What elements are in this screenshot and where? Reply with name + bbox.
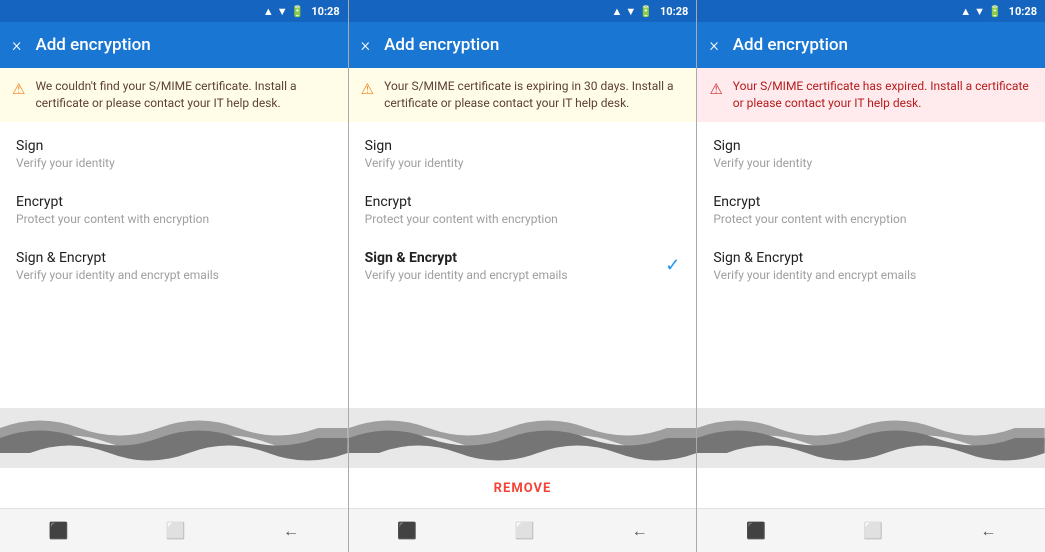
status-bar-icons: ▲ ▼ 🔋 10:28 <box>263 5 340 18</box>
recent-apps-icon[interactable]: ⬛ <box>730 513 782 548</box>
battery-icon: 🔋 <box>988 5 1002 18</box>
option-item-0[interactable]: Sign Verify your identity <box>697 126 1045 182</box>
alert-icon: ⚠ <box>709 79 722 100</box>
close-button[interactable]: × <box>12 35 21 56</box>
option-item-0[interactable]: Sign Verify your identity <box>0 126 348 182</box>
alert-icon: ⚠ <box>361 79 374 100</box>
option-text-1: Encrypt Protect your content with encryp… <box>365 194 681 226</box>
close-button[interactable]: × <box>709 35 718 56</box>
remove-button[interactable]: REMOVE <box>494 481 552 496</box>
option-title-1: Encrypt <box>16 194 332 210</box>
bottom-nav: ⬛ ⬜ ← <box>349 508 697 552</box>
option-title-0: Sign <box>713 138 1029 154</box>
option-item-1[interactable]: Encrypt Protect your content with encryp… <box>349 182 697 238</box>
option-subtitle-2: Verify your identity and encrypt emails <box>365 268 658 282</box>
wave-separator <box>0 408 348 468</box>
option-text-1: Encrypt Protect your content with encryp… <box>713 194 1029 226</box>
alert-text: Your S/MIME certificate is expiring in 3… <box>384 78 684 112</box>
header: × Add encryption <box>0 22 348 68</box>
option-item-2[interactable]: Sign & Encrypt Verify your identity and … <box>349 238 697 294</box>
option-title-0: Sign <box>365 138 681 154</box>
check-icon: ✓ <box>665 255 680 276</box>
wave-separator <box>697 408 1045 468</box>
alert-icon: ⚠ <box>12 79 25 100</box>
option-title-2: Sign & Encrypt <box>16 250 332 266</box>
status-bar-icons: ▲ ▼ 🔋 10:28 <box>960 5 1037 18</box>
remove-placeholder <box>0 468 348 508</box>
back-icon[interactable]: ← <box>616 513 664 549</box>
alert-banner: ⚠ Your S/MIME certificate is expiring in… <box>349 68 697 122</box>
phone-panel-3: ▲ ▼ 🔋 10:28 × Add encryption ⚠ Your S/MI… <box>697 0 1045 552</box>
alert-banner: ⚠ Your S/MIME certificate has expired. I… <box>697 68 1045 122</box>
option-title-0: Sign <box>16 138 332 154</box>
option-text-2: Sign & Encrypt Verify your identity and … <box>16 250 332 282</box>
status-bar: ▲ ▼ 🔋 10:28 <box>349 0 697 22</box>
status-bar: ▲ ▼ 🔋 10:28 <box>0 0 348 22</box>
wifi-icon: ▼ <box>974 5 985 18</box>
option-text-0: Sign Verify your identity <box>16 138 332 170</box>
status-bar-icons: ▲ ▼ 🔋 10:28 <box>612 5 689 18</box>
remove-section: REMOVE <box>349 468 697 508</box>
wifi-icon: ▼ <box>625 5 636 18</box>
option-subtitle-2: Verify your identity and encrypt emails <box>713 268 1029 282</box>
time-display: 10:28 <box>1009 5 1037 18</box>
option-subtitle-2: Verify your identity and encrypt emails <box>16 268 332 282</box>
options-list: Sign Verify your identity Encrypt Protec… <box>0 122 348 408</box>
option-subtitle-0: Verify your identity <box>365 156 681 170</box>
signal-icon: ▲ <box>263 5 274 18</box>
option-item-0[interactable]: Sign Verify your identity <box>349 126 697 182</box>
option-item-1[interactable]: Encrypt Protect your content with encryp… <box>0 182 348 238</box>
time-display: 10:28 <box>311 5 339 18</box>
home-icon[interactable]: ⬜ <box>847 513 899 548</box>
header-title: Add encryption <box>733 35 848 55</box>
close-button[interactable]: × <box>361 35 370 56</box>
option-text-2: Sign & Encrypt Verify your identity and … <box>365 250 658 282</box>
battery-icon: 🔋 <box>291 5 305 18</box>
bottom-nav: ⬛ ⬜ ← <box>697 508 1045 552</box>
option-text-0: Sign Verify your identity <box>713 138 1029 170</box>
option-text-0: Sign Verify your identity <box>365 138 681 170</box>
back-icon[interactable]: ← <box>267 513 315 549</box>
option-item-2[interactable]: Sign & Encrypt Verify your identity and … <box>697 238 1045 294</box>
wave-separator <box>349 408 697 468</box>
option-text-2: Sign & Encrypt Verify your identity and … <box>713 250 1029 282</box>
option-subtitle-1: Protect your content with encryption <box>16 212 332 226</box>
back-icon[interactable]: ← <box>964 513 1012 549</box>
option-subtitle-0: Verify your identity <box>713 156 1029 170</box>
options-list: Sign Verify your identity Encrypt Protec… <box>349 122 697 408</box>
status-bar: ▲ ▼ 🔋 10:28 <box>697 0 1045 22</box>
phone-panel-1: ▲ ▼ 🔋 10:28 × Add encryption ⚠ We couldn… <box>0 0 349 552</box>
options-list: Sign Verify your identity Encrypt Protec… <box>697 122 1045 408</box>
remove-placeholder <box>697 468 1045 508</box>
alert-banner: ⚠ We couldn't find your S/MIME certifica… <box>0 68 348 122</box>
alert-text: We couldn't find your S/MIME certificate… <box>35 78 335 112</box>
header: × Add encryption <box>697 22 1045 68</box>
option-subtitle-1: Protect your content with encryption <box>713 212 1029 226</box>
option-title-1: Encrypt <box>365 194 681 210</box>
recent-apps-icon[interactable]: ⬛ <box>33 513 85 548</box>
option-text-1: Encrypt Protect your content with encryp… <box>16 194 332 226</box>
bottom-nav: ⬛ ⬜ ← <box>0 508 348 552</box>
option-title-1: Encrypt <box>713 194 1029 210</box>
home-icon[interactable]: ⬜ <box>150 513 202 548</box>
option-title-2: Sign & Encrypt <box>365 250 658 266</box>
header-title: Add encryption <box>35 35 150 55</box>
signal-icon: ▲ <box>612 5 623 18</box>
option-subtitle-1: Protect your content with encryption <box>365 212 681 226</box>
time-display: 10:28 <box>660 5 688 18</box>
alert-text: Your S/MIME certificate has expired. Ins… <box>733 78 1033 112</box>
option-item-1[interactable]: Encrypt Protect your content with encryp… <box>697 182 1045 238</box>
recent-apps-icon[interactable]: ⬛ <box>381 513 433 548</box>
option-item-2[interactable]: Sign & Encrypt Verify your identity and … <box>0 238 348 294</box>
battery-icon: 🔋 <box>639 5 653 18</box>
header: × Add encryption <box>349 22 697 68</box>
wifi-icon: ▼ <box>277 5 288 18</box>
option-title-2: Sign & Encrypt <box>713 250 1029 266</box>
signal-icon: ▲ <box>960 5 971 18</box>
header-title: Add encryption <box>384 35 499 55</box>
phone-panel-2: ▲ ▼ 🔋 10:28 × Add encryption ⚠ Your S/MI… <box>349 0 698 552</box>
home-icon[interactable]: ⬜ <box>498 513 550 548</box>
option-subtitle-0: Verify your identity <box>16 156 332 170</box>
